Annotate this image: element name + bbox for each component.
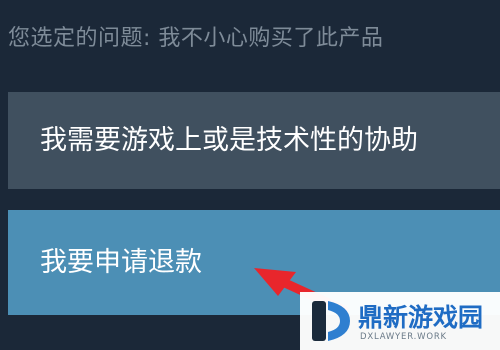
watermark-logo-icon: [312, 301, 350, 341]
watermark-subtitle: DXLAWYER.WORK: [360, 332, 447, 342]
watermark: 鼎新游戏园 DXLAWYER.WORK: [300, 292, 500, 350]
selected-issue-text: 您选定的问题: 我不小心购买了此产品: [8, 26, 384, 51]
option-technical-help[interactable]: 我需要游戏上或是技术性的协助: [8, 92, 500, 189]
option-technical-help-label: 我需要游戏上或是技术性的协助: [40, 125, 418, 156]
option-request-refund-label: 我要申请退款: [40, 247, 202, 278]
watermark-title: 鼎新游戏园: [358, 303, 484, 332]
